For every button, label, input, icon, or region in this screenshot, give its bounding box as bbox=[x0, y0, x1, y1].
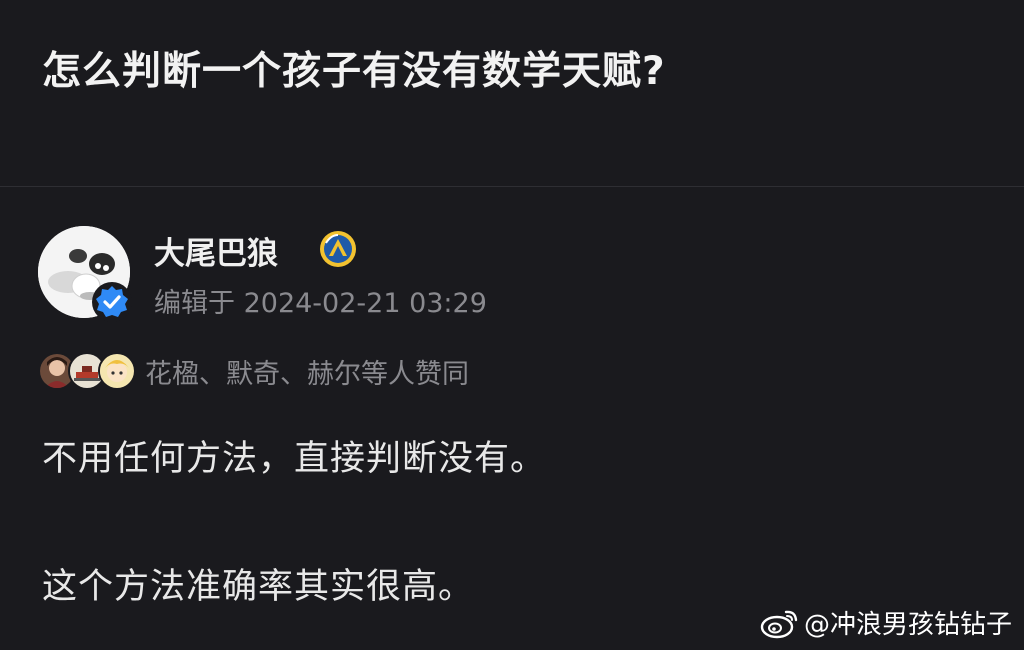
answer-paragraph: 不用任何方法，直接判断没有。 bbox=[42, 439, 547, 479]
voter-avatar-3[interactable] bbox=[98, 352, 136, 390]
divider bbox=[0, 186, 1024, 187]
verified-check-icon bbox=[92, 282, 132, 322]
question-title[interactable]: 怎么判断一个孩子有没有数学天赋? bbox=[42, 40, 666, 96]
answer-paragraph: 这个方法准确率其实很高。 bbox=[42, 567, 475, 607]
edit-time: 编辑于 2024-02-21 03:29 bbox=[154, 288, 487, 319]
voter-avatars[interactable] bbox=[38, 352, 136, 390]
author-name[interactable]: 大尾巴狼 bbox=[154, 228, 278, 273]
watermark-text: @冲浪男孩钻钻子 bbox=[803, 610, 1012, 640]
watermark: @冲浪男孩钻钻子 bbox=[760, 604, 1012, 641]
voters-text[interactable]: 花楹、默奇、赫尔等人赞同 bbox=[145, 352, 469, 391]
medal-icon[interactable] bbox=[318, 229, 358, 269]
weibo-logo-icon bbox=[760, 610, 798, 638]
